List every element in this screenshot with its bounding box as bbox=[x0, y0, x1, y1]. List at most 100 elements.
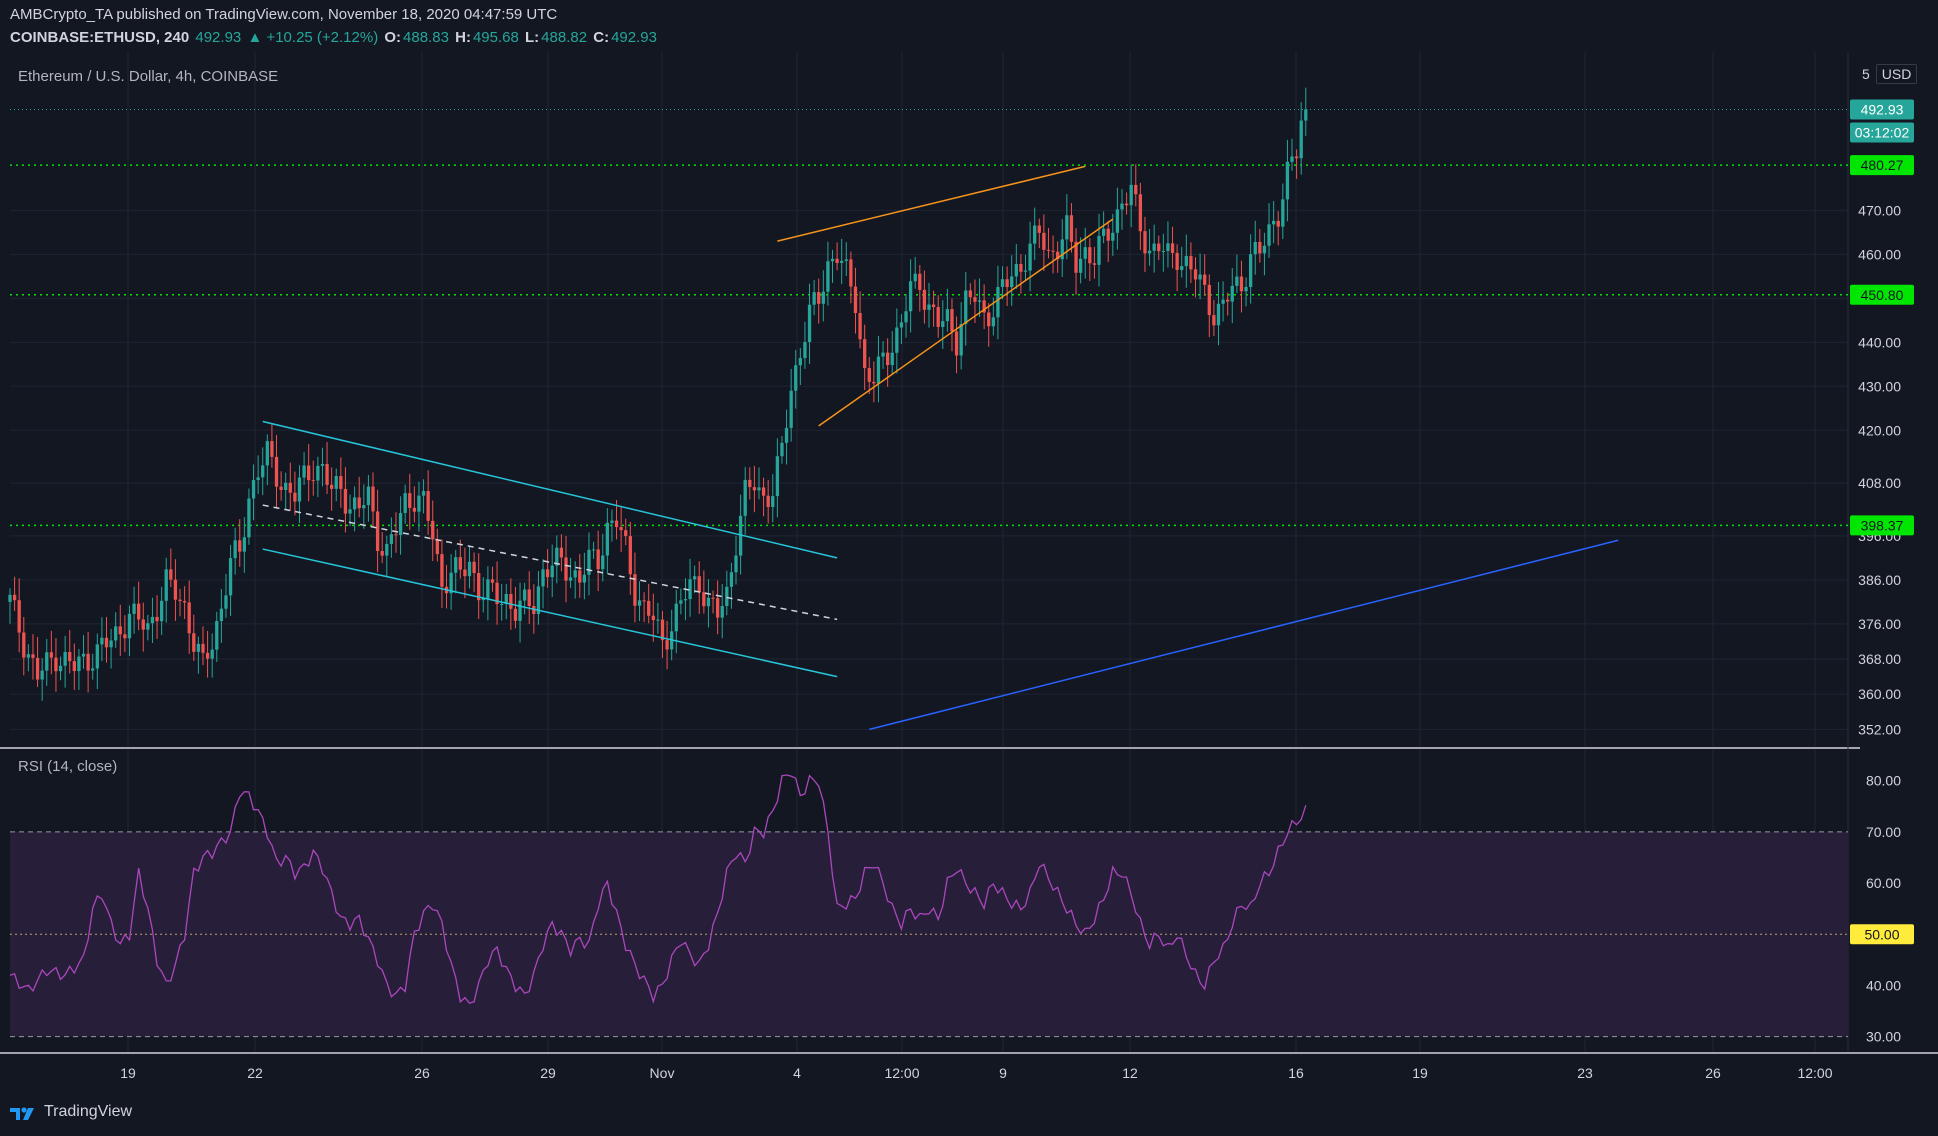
pane-title: Ethereum / U.S. Dollar, 4h, COINBASE bbox=[18, 68, 279, 85]
candle-body bbox=[1010, 276, 1014, 288]
candle-body bbox=[398, 513, 403, 536]
candle-body bbox=[348, 509, 352, 514]
candle-body bbox=[389, 534, 394, 544]
candle-body bbox=[1184, 256, 1188, 267]
price-chart[interactable]: 352.00360.00368.00376.00386.00396.00408.… bbox=[0, 0, 1938, 1136]
candle-body bbox=[798, 358, 802, 366]
candle-body bbox=[991, 317, 995, 327]
candle-body bbox=[1212, 315, 1216, 326]
time-tick-label: 9 bbox=[999, 1065, 1007, 1081]
candle-body bbox=[1083, 247, 1087, 259]
candle-body bbox=[748, 479, 752, 488]
candle-body bbox=[922, 289, 927, 310]
candle-body bbox=[587, 549, 591, 575]
candle-body bbox=[233, 540, 237, 559]
candle-body bbox=[343, 488, 348, 514]
candle-body bbox=[49, 652, 54, 658]
candle-body bbox=[559, 547, 564, 558]
candle-body bbox=[1290, 156, 1294, 162]
candle-body bbox=[366, 486, 371, 506]
candle-body bbox=[1175, 252, 1179, 270]
scale-control[interactable]: 5 USD bbox=[1862, 64, 1918, 84]
candle-body bbox=[274, 456, 279, 487]
candle-body bbox=[463, 569, 467, 577]
candle-body bbox=[1304, 109, 1308, 121]
candle-body bbox=[509, 593, 513, 609]
candle-body bbox=[619, 527, 623, 531]
price-tick-label: 352.00 bbox=[1858, 721, 1901, 737]
scale-value[interactable]: 5 bbox=[1862, 66, 1870, 82]
candle-body bbox=[205, 652, 210, 659]
candle-body bbox=[352, 497, 357, 510]
candle-body bbox=[81, 653, 86, 657]
candle-body bbox=[683, 599, 688, 601]
candle-body bbox=[725, 586, 729, 607]
candle-body bbox=[858, 313, 862, 340]
candle-body bbox=[1281, 199, 1285, 227]
currency-button[interactable]: USD bbox=[1875, 64, 1918, 84]
price-tick-label: 420.00 bbox=[1858, 422, 1901, 438]
candle-body bbox=[835, 258, 839, 263]
candle-body bbox=[421, 491, 426, 496]
candle-body bbox=[114, 626, 118, 641]
candle-body bbox=[987, 312, 991, 327]
candle-body bbox=[472, 561, 476, 573]
candle-body bbox=[141, 619, 145, 630]
candle-body bbox=[54, 657, 58, 672]
candle-body bbox=[720, 606, 724, 618]
candle-body bbox=[77, 656, 81, 672]
candle-body bbox=[1258, 241, 1262, 254]
candle-body bbox=[307, 465, 311, 481]
rsi-tick-label: 70.00 bbox=[1866, 824, 1901, 840]
candle-body bbox=[100, 637, 104, 645]
candle-body bbox=[1294, 156, 1299, 159]
candle-body bbox=[1216, 303, 1221, 326]
level-price-label: 450.80 bbox=[1861, 287, 1904, 303]
candle-body bbox=[261, 465, 265, 478]
candle-body bbox=[35, 657, 40, 680]
candle-body bbox=[270, 441, 274, 457]
candle-body bbox=[573, 570, 577, 578]
time-tick-label: Nov bbox=[650, 1065, 675, 1081]
price-tick-label: 386.00 bbox=[1858, 572, 1901, 588]
candle-body bbox=[789, 390, 793, 428]
time-tick-label: 19 bbox=[1412, 1065, 1428, 1081]
price-tick-label: 440.00 bbox=[1858, 334, 1901, 350]
candle-body bbox=[320, 464, 325, 466]
candle-body bbox=[123, 634, 127, 639]
time-tick-label: 29 bbox=[540, 1065, 556, 1081]
candle-body bbox=[610, 520, 614, 523]
candle-body bbox=[435, 539, 439, 555]
candle-body bbox=[908, 281, 913, 312]
candle-body bbox=[187, 602, 191, 634]
candle-body bbox=[743, 479, 747, 516]
candle-body bbox=[840, 260, 844, 263]
candle-body bbox=[104, 637, 109, 648]
tradingview-footer[interactable]: TradingView bbox=[8, 1100, 132, 1124]
candle-body bbox=[904, 311, 908, 323]
candle-body bbox=[1000, 279, 1005, 288]
candle-body bbox=[881, 352, 885, 357]
candle-body bbox=[17, 600, 21, 633]
candle-body bbox=[1138, 194, 1143, 232]
candle-body bbox=[541, 569, 545, 587]
time-tick-label: 12 bbox=[1122, 1065, 1138, 1081]
candle-body bbox=[150, 616, 155, 624]
candle-body bbox=[251, 480, 256, 499]
price-tick-label: 368.00 bbox=[1858, 651, 1901, 667]
candle-body bbox=[1235, 276, 1239, 286]
candle-body bbox=[931, 304, 936, 308]
candle-body bbox=[380, 551, 384, 556]
candle-body bbox=[1299, 120, 1303, 159]
candle-body bbox=[164, 569, 168, 601]
candle-body bbox=[1230, 285, 1234, 302]
candle-body bbox=[242, 537, 246, 552]
candle-body bbox=[279, 486, 283, 491]
candle-body bbox=[265, 441, 269, 466]
candle-body bbox=[601, 555, 605, 570]
candle-body bbox=[137, 603, 141, 620]
candle-body bbox=[178, 599, 182, 602]
candle-body bbox=[95, 644, 99, 669]
candle-body bbox=[968, 290, 973, 298]
candle-body bbox=[403, 493, 407, 514]
